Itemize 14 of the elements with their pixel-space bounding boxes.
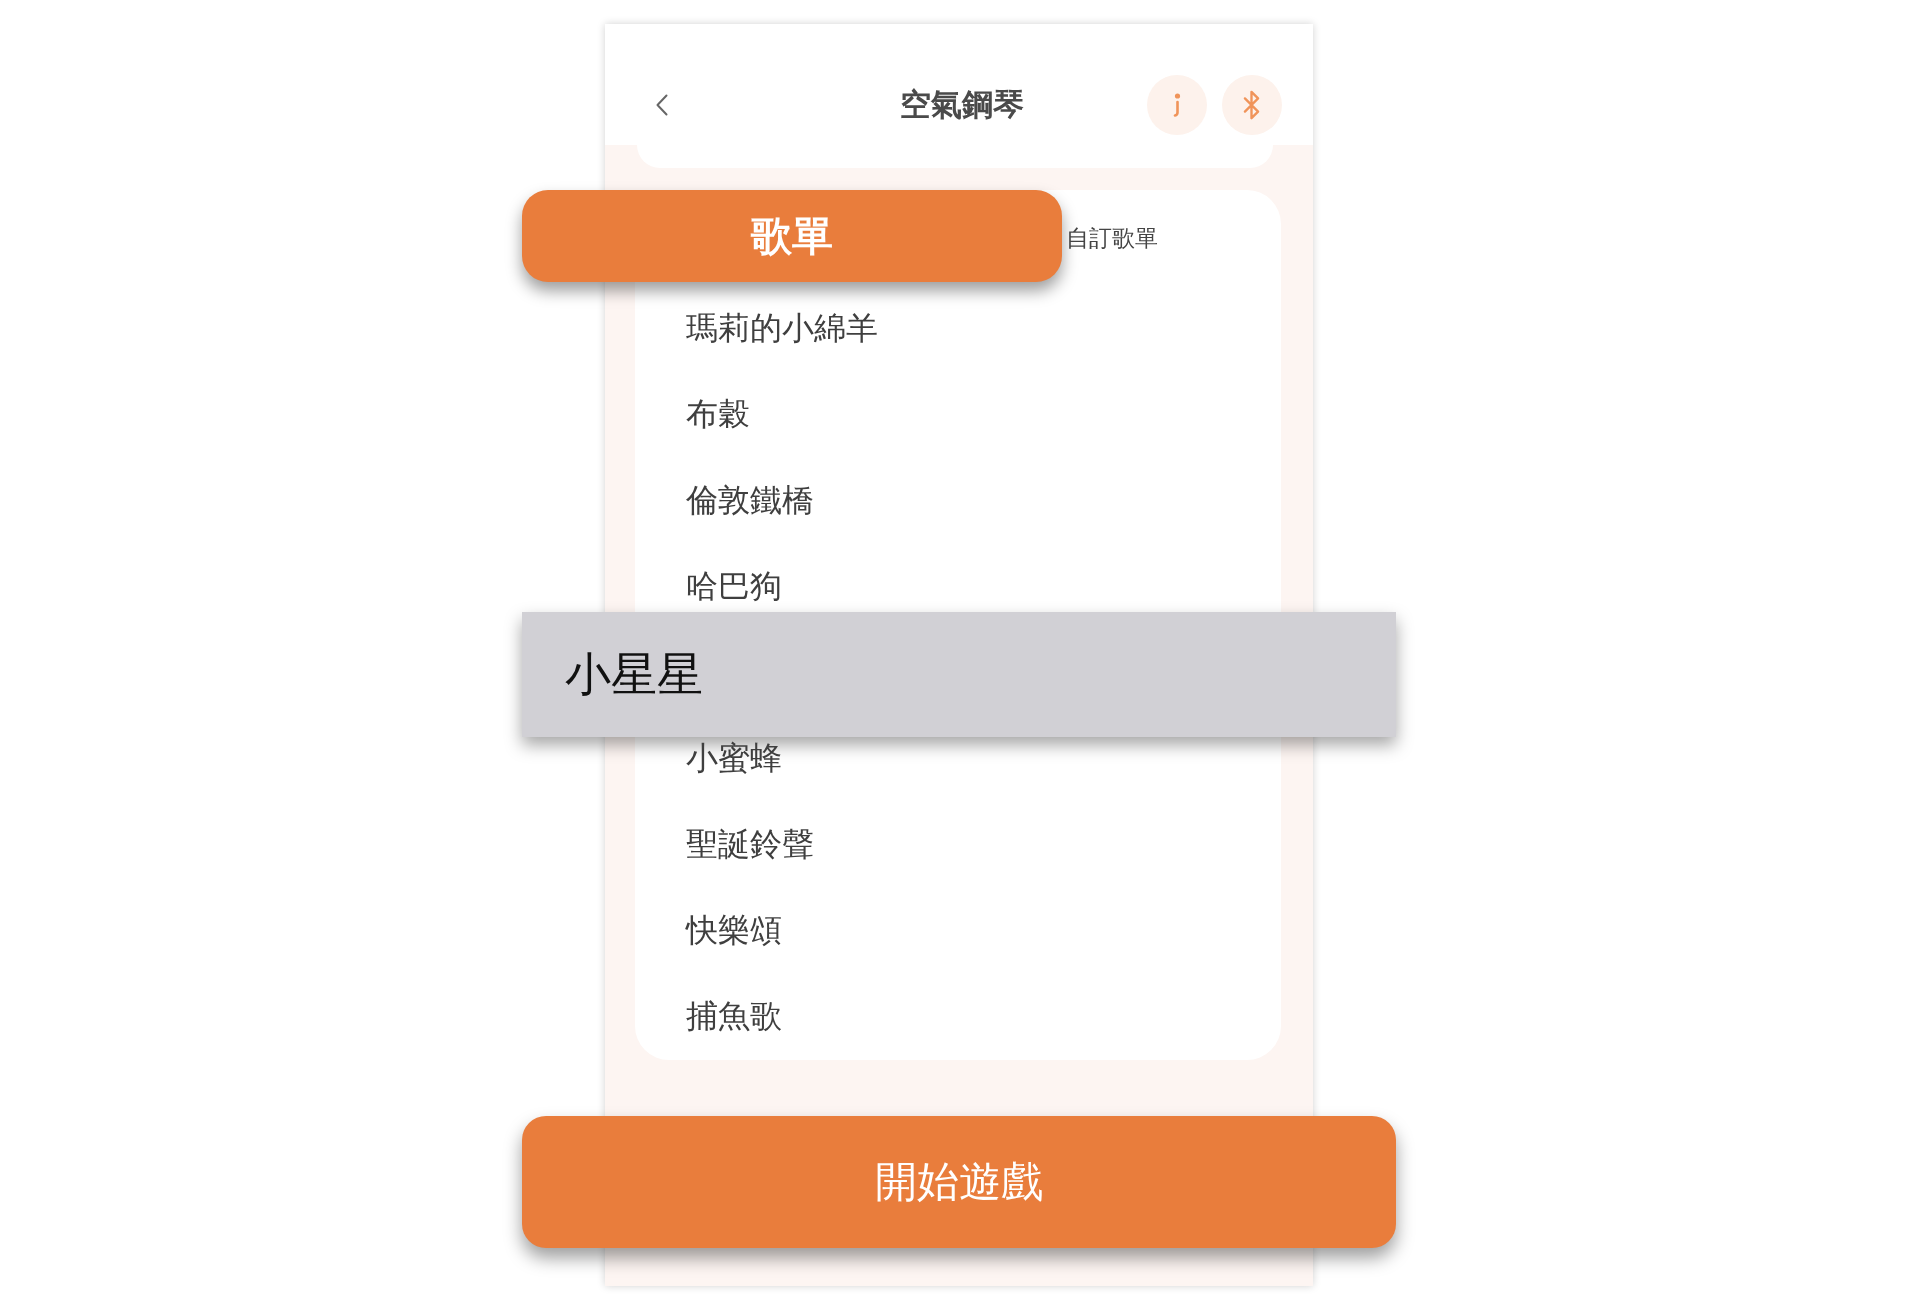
song-item[interactable]: 小蜜蜂 [685, 741, 782, 777]
info-icon [1172, 93, 1181, 117]
song-item[interactable]: 小星星 [521, 612, 1396, 737]
song-item[interactable]: 倫敦鐵橋 [685, 483, 814, 519]
song-item[interactable]: 瑪莉的小綿羊 [685, 311, 878, 347]
tab[interactable]: 自訂歌單 [1066, 222, 1172, 254]
song-item[interactable]: 聖誕鈴聲 [685, 827, 814, 863]
back-icon [655, 94, 668, 116]
screen-title: 空氣鋼琴 [899, 85, 1024, 124]
song-item[interactable]: 快樂頌 [685, 913, 782, 949]
song-item[interactable]: 捕魚歌 [685, 999, 782, 1035]
bluetooth-icon [1243, 90, 1260, 120]
song-item[interactable]: 布穀 [685, 397, 750, 433]
song-item[interactable]: 哈巴狗 [685, 569, 782, 605]
